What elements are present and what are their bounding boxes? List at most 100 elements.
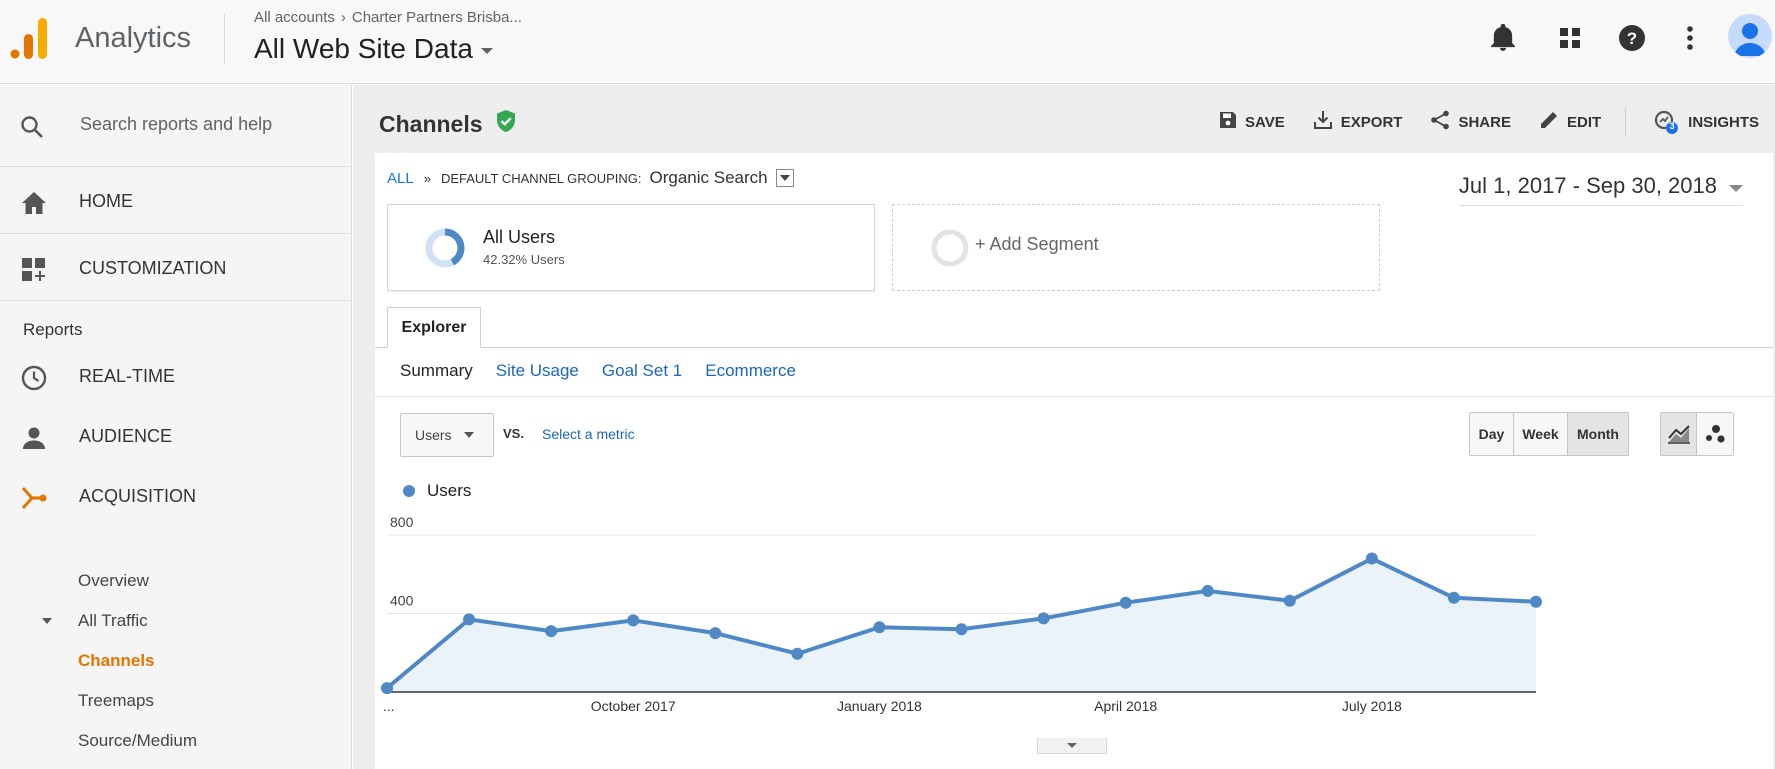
sidebar-item-label: AUDIENCE bbox=[79, 426, 173, 446]
motion-chart-button[interactable] bbox=[1697, 413, 1733, 455]
data-point bbox=[627, 614, 640, 627]
y-tick-label: 400 bbox=[390, 593, 414, 609]
sidebar-item-customization[interactable]: CUSTOMIZATION bbox=[0, 235, 351, 301]
line-chart-button[interactable] bbox=[1661, 413, 1697, 455]
search-input[interactable] bbox=[80, 114, 330, 135]
breadcrumb-accounts[interactable]: All accounts bbox=[254, 9, 335, 26]
apps-icon[interactable] bbox=[1554, 22, 1586, 54]
breadcrumb-separator: » bbox=[423, 170, 431, 186]
subtab-site-usage[interactable]: Site Usage bbox=[496, 361, 579, 381]
data-point bbox=[545, 625, 558, 638]
subtab-goal-set-1[interactable]: Goal Set 1 bbox=[602, 361, 682, 381]
account-breadcrumb[interactable]: All accounts › Charter Partners Brisba... bbox=[254, 9, 522, 26]
share-label: SHARE bbox=[1458, 113, 1511, 131]
data-point bbox=[873, 621, 886, 634]
channel-grouping-value: Organic Search bbox=[649, 168, 768, 187]
period-day-button[interactable]: Day bbox=[1470, 413, 1514, 455]
breadcrumb-all-link[interactable]: ALL bbox=[387, 170, 414, 187]
sidebar: HOME CUSTOMIZATION Reports REAL-TIME AUD… bbox=[0, 85, 352, 769]
sidebar-subitem-source-medium[interactable]: Source/Medium bbox=[78, 731, 197, 751]
chevron-down-icon bbox=[1067, 743, 1077, 748]
header-divider bbox=[224, 14, 225, 64]
data-point bbox=[1283, 594, 1296, 607]
save-button[interactable]: SAVE bbox=[1219, 111, 1285, 133]
sidebar-item-home[interactable]: HOME bbox=[0, 168, 351, 234]
add-segment-button[interactable]: + Add Segment bbox=[892, 204, 1380, 291]
dashboard-add-icon bbox=[20, 256, 48, 284]
download-icon bbox=[1313, 110, 1333, 134]
save-label: SAVE bbox=[1245, 113, 1285, 131]
insights-icon: 3 bbox=[1654, 110, 1680, 134]
edit-button[interactable]: EDIT bbox=[1539, 110, 1601, 134]
data-point bbox=[1530, 595, 1542, 608]
share-button[interactable]: SHARE bbox=[1430, 110, 1511, 134]
metric-select[interactable]: Users bbox=[400, 413, 494, 457]
acquisition-icon bbox=[20, 484, 48, 512]
segment-all-users[interactable]: All Users 42.32% Users bbox=[387, 204, 875, 291]
sidebar-item-audience[interactable]: AUDIENCE bbox=[0, 403, 351, 469]
avatar[interactable] bbox=[1728, 14, 1772, 58]
segment-donut-icon bbox=[425, 228, 465, 268]
home-icon bbox=[20, 189, 48, 217]
edit-label: EDIT bbox=[1566, 113, 1602, 131]
export-button[interactable]: EXPORT bbox=[1313, 110, 1403, 134]
search-icon bbox=[20, 115, 44, 144]
insights-button[interactable]: 3 INSIGHTS bbox=[1654, 110, 1759, 134]
tab-explorer[interactable]: Explorer bbox=[387, 307, 481, 348]
view-selector[interactable]: All Web Site Data bbox=[254, 33, 493, 65]
tab-divider bbox=[375, 347, 1773, 348]
data-point bbox=[1037, 612, 1050, 625]
page-title: Channels bbox=[379, 111, 483, 137]
line-chart-icon bbox=[1667, 425, 1690, 444]
sidebar-item-label: CUSTOMIZATION bbox=[79, 258, 227, 278]
data-point bbox=[381, 682, 393, 695]
empty-segment-ring-icon bbox=[931, 229, 969, 267]
data-point bbox=[1365, 552, 1378, 565]
breadcrumb-account[interactable]: Charter Partners Brisba... bbox=[352, 9, 522, 26]
sidebar-subitem-all-traffic[interactable]: All Traffic bbox=[78, 611, 148, 631]
date-range-text: Jul 1, 2017 - Sep 30, 2018 bbox=[1458, 173, 1717, 198]
date-range-picker[interactable]: Jul 1, 2017 - Sep 30, 2018 bbox=[1458, 173, 1743, 206]
channel-dropdown-button[interactable] bbox=[775, 169, 794, 187]
subtab-summary[interactable]: Summary bbox=[400, 361, 473, 381]
sidebar-item-realtime[interactable]: REAL-TIME bbox=[0, 343, 351, 409]
x-tick-label: July 2018 bbox=[1342, 698, 1402, 714]
data-point bbox=[1119, 596, 1132, 609]
top-header: Analytics All accounts › Charter Partners … bbox=[0, 0, 1775, 84]
segment-name: All Users bbox=[483, 227, 556, 247]
period-week-button[interactable]: Week bbox=[1514, 413, 1568, 455]
data-point bbox=[791, 647, 804, 660]
explorer-subtabs: Summary Site Usage Goal Set 1 Ecommerce bbox=[400, 361, 796, 381]
period-month-button[interactable]: Month bbox=[1568, 413, 1628, 455]
export-label: EXPORT bbox=[1340, 113, 1403, 131]
x-tick-label: ... bbox=[383, 698, 395, 714]
expand-arrow-icon[interactable] bbox=[42, 618, 52, 624]
data-point bbox=[1201, 584, 1214, 597]
sidebar-item-label: ACQUISITION bbox=[79, 486, 197, 506]
chevron-down-icon bbox=[1729, 184, 1743, 192]
svg-text:?: ? bbox=[1627, 29, 1637, 48]
more-vert-icon[interactable] bbox=[1674, 22, 1706, 54]
data-point bbox=[1447, 591, 1460, 604]
sidebar-subitem-overview[interactable]: Overview bbox=[78, 571, 149, 591]
sidebar-subitem-treemaps[interactable]: Treemaps bbox=[78, 691, 154, 711]
subtab-divider bbox=[375, 396, 1773, 397]
report-actions: SAVE EXPORT SHARE EDIT 3 INSIGHTS bbox=[1191, 107, 1759, 137]
chart-type-toggle bbox=[1660, 412, 1734, 456]
select-metric-link[interactable]: Select a metric bbox=[542, 426, 635, 442]
data-point bbox=[463, 613, 476, 626]
bubble-chart-icon bbox=[1706, 425, 1725, 443]
analytics-logo-icon bbox=[10, 18, 47, 59]
view-name: All Web Site Data bbox=[254, 33, 473, 64]
actions-divider bbox=[1625, 108, 1627, 136]
chart-expand-handle[interactable] bbox=[1037, 738, 1107, 754]
report-header: Channels SAVE EXPORT SHARE EDIT 3 INSIGH… bbox=[353, 85, 1775, 153]
bell-icon[interactable] bbox=[1487, 22, 1519, 54]
y-tick-label: 800 bbox=[390, 514, 414, 530]
sidebar-item-acquisition[interactable]: ACQUISITION bbox=[0, 463, 351, 529]
help-icon[interactable]: ? bbox=[1616, 22, 1648, 54]
subtab-ecommerce[interactable]: Ecommerce bbox=[705, 361, 796, 381]
sidebar-subitem-channels[interactable]: Channels bbox=[78, 651, 155, 671]
segment-percentage: 42.32% Users bbox=[483, 252, 565, 267]
period-toggle: Day Week Month bbox=[1469, 412, 1629, 456]
